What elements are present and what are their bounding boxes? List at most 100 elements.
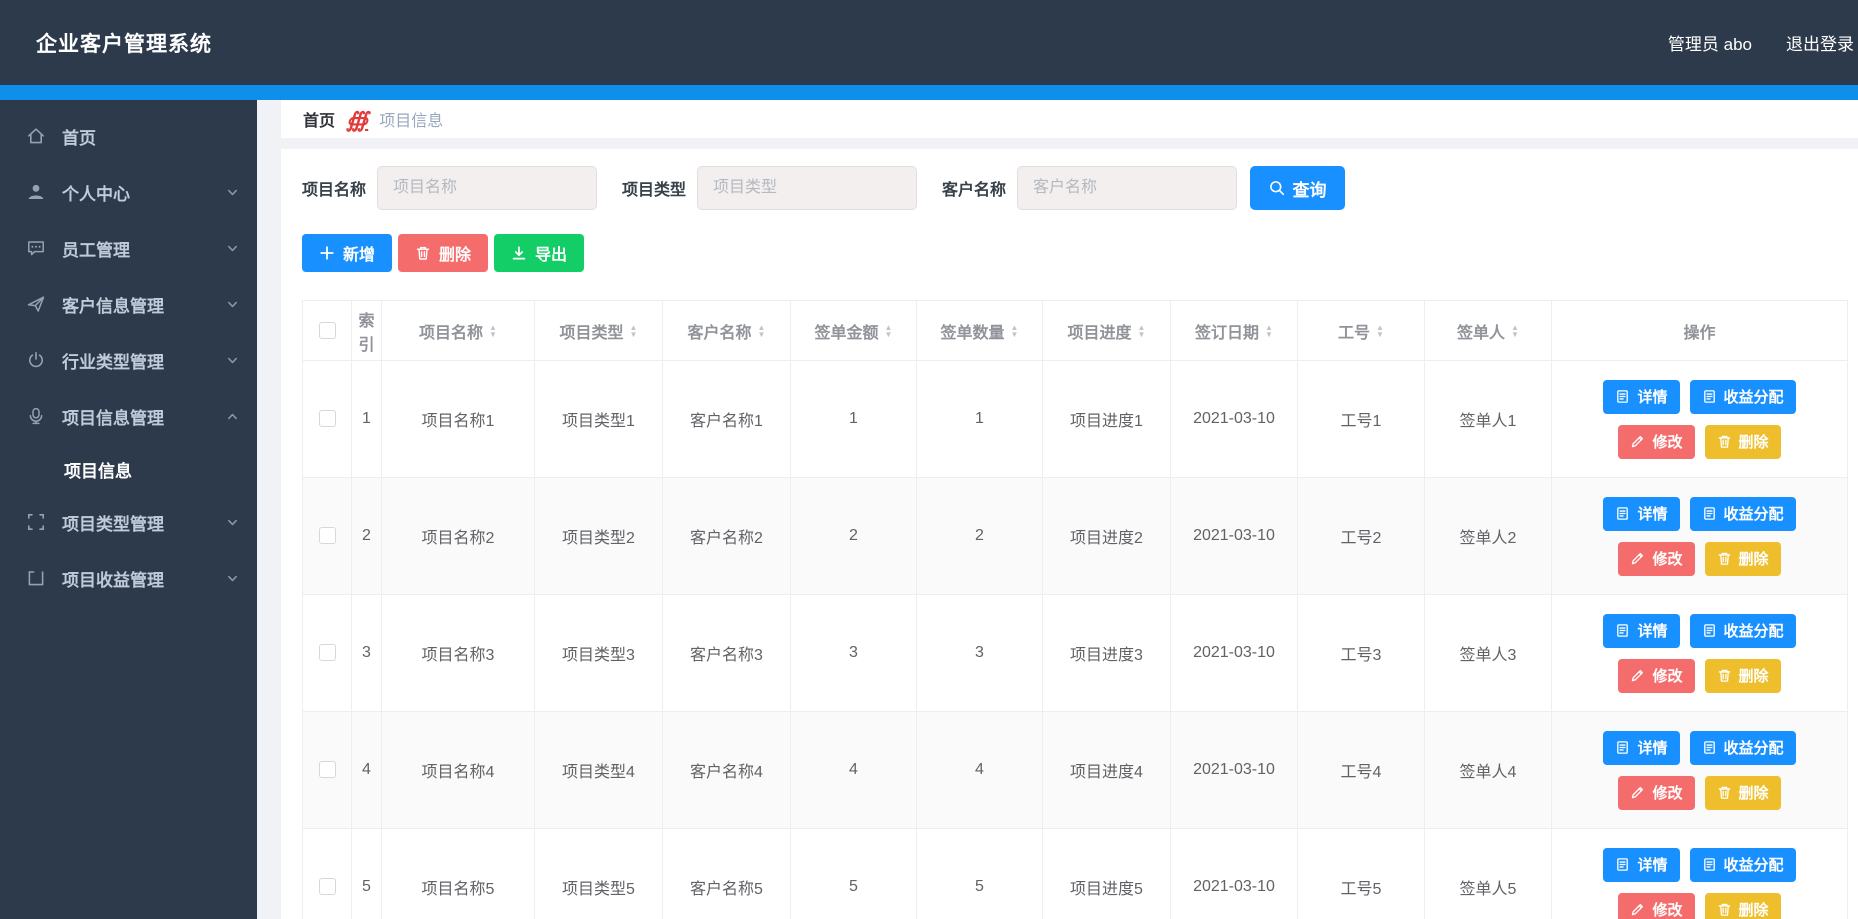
cell-customer-name: 客户名称4 [663,712,791,829]
data-table: 索引项目名称▲▼项目类型▲▼ 客户名称▲▼ 签单金额▲▼ 签单数量▲▼ 项目进度▲▼签订… [302,300,1848,919]
action-row-1: 详情 收益分配 [1603,848,1795,882]
income-distribution-button[interactable]: 收益分配 [1690,380,1796,414]
column-header-project-progress[interactable]: 项目进度▲▼ [1043,301,1171,361]
column-header-customer-name[interactable]: 客户名称▲▼ [663,301,791,361]
breadcrumb-home-link[interactable]: 首页 [303,107,335,131]
column-header-project-type[interactable]: 项目类型▲▼ [535,301,663,361]
doc-icon [1702,506,1717,521]
row-actions: 详情 收益分配修改删除 [1554,497,1845,576]
home-icon [26,126,46,146]
row-checkbox[interactable] [319,761,336,778]
cell-project-type: 项目类型2 [535,478,663,595]
detail-button[interactable]: 详情 [1603,497,1679,531]
detail-button[interactable]: 详情 [1603,380,1679,414]
edit-button[interactable]: 修改 [1618,776,1694,810]
logout-button[interactable]: 退出登录 [1786,30,1854,55]
edit-button[interactable]: 修改 [1618,542,1694,576]
column-header-sign-quantity[interactable]: 签单数量▲▼ [917,301,1043,361]
edit-button[interactable]: 修改 [1618,659,1694,693]
cell-customer-name: 客户名称2 [663,478,791,595]
search-button[interactable]: 查询 [1250,166,1345,210]
sort-icons[interactable]: ▲▼ [1011,324,1019,338]
cell-project-type: 项目类型1 [535,361,663,478]
sort-icons[interactable]: ▲▼ [885,324,893,338]
cell-job-number: 工号5 [1298,829,1425,919]
export-button[interactable]: 导出 [494,234,584,272]
column-header-label: 客户名称▲▼ [688,319,766,343]
sidebar-item-project-info-management[interactable]: 项目信息管理 [0,388,257,444]
select-all-checkbox[interactable] [319,322,336,339]
trash-icon [415,245,431,261]
sort-icons[interactable]: ▲▼ [758,324,766,338]
table-row: 3项目名称3项目类型3客户名称333项目进度32021-03-10工号3签单人3… [303,595,1848,712]
sort-icons[interactable]: ▲▼ [630,324,638,338]
income-distribution-button[interactable]: 收益分配 [1690,614,1796,648]
detail-button[interactable]: 详情 [1603,614,1679,648]
doc-icon [1615,506,1630,521]
project-type-input[interactable] [697,166,917,210]
column-header-actions: 操作 [1552,301,1848,361]
income-distribution-button-label: 收益分配 [1724,854,1784,875]
row-delete-button[interactable]: 删除 [1705,542,1781,576]
sidebar-item-project-type-management[interactable]: 项目类型管理 [0,494,257,550]
edit-button[interactable]: 修改 [1618,425,1694,459]
detail-button[interactable]: 详情 [1603,731,1679,765]
mic-icon [26,406,46,426]
sidebar-item-label: 项目收益管理 [62,566,226,591]
row-checkbox[interactable] [319,878,336,895]
sort-icons[interactable]: ▲▼ [489,324,497,338]
sidebar-item-label: 项目信息管理 [62,404,226,429]
sort-icons[interactable]: ▲▼ [1511,324,1519,338]
row-actions: 详情收益分配修改删除 [1554,380,1845,459]
detail-button[interactable]: 详情 [1603,848,1679,882]
column-header-label: 签单数量▲▼ [941,319,1019,343]
sidebar-item-employee-management[interactable]: 员工管理 [0,220,257,276]
add-button[interactable]: 新增 [302,234,392,272]
chevron-down-icon [226,516,239,529]
row-checkbox[interactable] [319,410,336,427]
row-checkbox[interactable] [319,527,336,544]
sidebar-item-personal-center[interactable]: 个人中心 [0,164,257,220]
edit-button-label: 修改 [1652,782,1682,803]
sidebar-item-customer-info-management[interactable]: 客户信息管理 [0,276,257,332]
income-distribution-button[interactable]: 收益分配 [1690,731,1796,765]
table-row: 1项目名称1项目类型1客户名称111项目进度12021-03-10工号1签单人1… [303,361,1848,478]
sort-icons[interactable]: ▲▼ [1376,324,1384,338]
project-name-input[interactable] [377,166,597,210]
row-delete-button[interactable]: 删除 [1705,425,1781,459]
sidebar-item-label: 员工管理 [62,236,226,261]
sort-icons[interactable]: ▲▼ [1265,324,1273,338]
edit-button[interactable]: 修改 [1618,893,1694,919]
cell-signer: 签单人4 [1425,712,1552,829]
column-header-label: 索引 [354,307,379,355]
sidebar-item-home[interactable]: 首页 [0,108,257,164]
cell-project-progress: 项目进度3 [1043,595,1171,712]
income-distribution-button[interactable]: 收益分配 [1690,497,1796,531]
row-delete-button[interactable]: 删除 [1705,776,1781,810]
column-header-project-name[interactable]: 项目名称▲▼ [382,301,535,361]
sidebar-item-project-income-management[interactable]: 项目收益管理 [0,550,257,606]
sidebar-subitem-project-info[interactable]: 项目信息 [0,444,257,494]
column-header-job-number[interactable]: 工号▲▼ [1298,301,1425,361]
sidebar-item-industry-type-management[interactable]: 行业类型管理 [0,332,257,388]
cell-signer: 签单人1 [1425,361,1552,478]
row-delete-button[interactable]: 删除 [1705,893,1781,919]
row-checkbox[interactable] [319,644,336,661]
column-header-sign-amount[interactable]: 签单金额▲▼ [791,301,917,361]
income-distribution-button-label: 收益分配 [1724,503,1784,524]
main-content: 首页 ∰ 项目信息 项目名称 项目类型 客户名称 查询 新增 [257,100,1858,919]
cell-job-number: 工号3 [1298,595,1425,712]
delete-button[interactable]: 删除 [398,234,488,272]
project-name-label: 项目名称 [302,176,366,200]
row-delete-button[interactable]: 删除 [1705,659,1781,693]
sidebar-item-label: 首页 [62,124,239,149]
row-actions: 详情 收益分配修改 删除 [1554,731,1845,810]
sidebar-menu: 首页个人中心员工管理客户信息管理行业类型管理项目信息管理项目信息项目类型管理项目… [0,108,257,606]
customer-name-input[interactable] [1017,166,1237,210]
cell-actions: 详情收益分配修改删除 [1552,595,1848,712]
sort-icons[interactable]: ▲▼ [1138,324,1146,338]
column-header-sign-date[interactable]: 签订日期▲▼ [1171,301,1298,361]
income-distribution-button[interactable]: 收益分配 [1690,848,1796,882]
column-header-signer[interactable]: 签单人▲▼ [1425,301,1552,361]
detail-button-label: 详情 [1637,737,1667,758]
